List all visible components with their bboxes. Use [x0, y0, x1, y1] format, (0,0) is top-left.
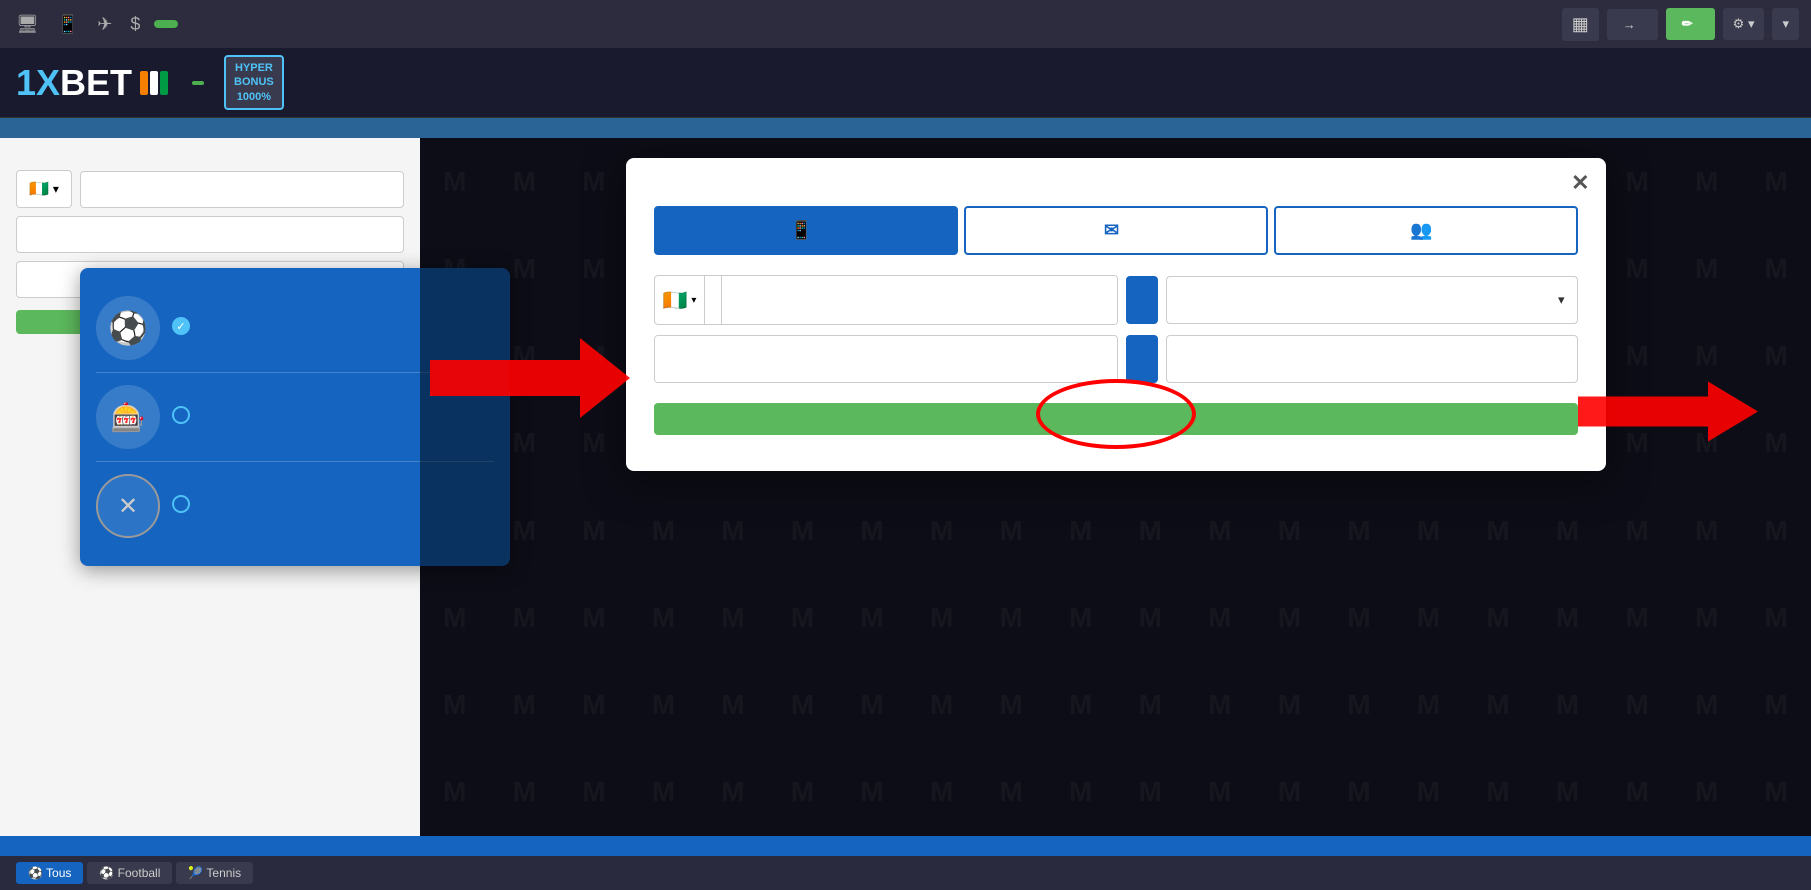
top-bar: 🖥 📱 ✈ $ ▦ → ✏ ⚙ ▾ ▾	[0, 0, 1811, 48]
register-button[interactable]	[654, 403, 1578, 435]
send-sms-button[interactable]	[1126, 276, 1158, 324]
phone-flag-selector[interactable]: 🇨🇮 ▾	[655, 276, 706, 324]
casino-icon-opt: 🎰	[96, 385, 160, 449]
sport-tabs: ⚽ Tous ⚽ Football 🎾 Tennis	[0, 856, 1811, 890]
logo[interactable]: 1XBET	[16, 62, 168, 104]
nav-menu	[304, 75, 1795, 91]
nav-promo[interactable]	[360, 75, 384, 91]
phone-form-row: 🇨🇮 ▾ ▾	[654, 275, 1578, 325]
sport-tab-football[interactable]: ⚽ Football	[87, 862, 172, 884]
nav-bar: 1XBET HYPERBONUS1000%	[0, 48, 1811, 118]
paris-en-direct	[0, 836, 1811, 856]
confirm-input[interactable]	[655, 335, 1118, 383]
modal-close-button[interactable]: ✕	[1571, 170, 1589, 196]
nav-plus[interactable]	[444, 75, 468, 91]
phone-prefix	[705, 276, 722, 324]
sidebar-country-input[interactable]	[80, 171, 404, 208]
sidebar-currency-input[interactable]	[16, 216, 404, 253]
annuler-text	[172, 495, 190, 517]
nav-paris-sportifs[interactable]	[304, 75, 328, 91]
sport-tab-tous[interactable]: ⚽ Tous	[16, 862, 83, 884]
telegram-icon[interactable]: ✈	[93, 10, 116, 39]
bonus-badge[interactable]	[154, 20, 178, 28]
sport-tab-tennis[interactable]: 🎾 Tennis	[176, 862, 253, 884]
modal-tabs: 📱 ✉ 👥	[654, 206, 1578, 255]
register-btn-container	[654, 393, 1578, 435]
main-content: 🇨🇮▾ ⚽ 🎰	[0, 138, 1811, 836]
sports-text	[172, 317, 190, 339]
nav-casino-direct[interactable]	[416, 75, 440, 91]
confirm-input-group	[654, 335, 1119, 383]
inscription-icon: ✏	[1682, 16, 1693, 32]
time-display: ▾	[1772, 8, 1799, 40]
big-right-arrow	[1578, 382, 1758, 447]
tab-social[interactable]: 👥	[1274, 206, 1578, 255]
annuler-icon: ✕	[96, 474, 160, 538]
desktop-icon[interactable]: 🖥	[12, 10, 43, 39]
dollar-icon[interactable]: $	[126, 10, 144, 39]
confirm-form-row	[654, 335, 1578, 383]
confirm-button[interactable]	[1126, 335, 1158, 383]
sidebar-flag-row: 🇨🇮▾	[16, 170, 404, 208]
mobile-icon[interactable]: 📱	[53, 10, 83, 39]
modal-overlay: ✕ 📱 ✉ 👥	[420, 138, 1811, 836]
left-sidebar: 🇨🇮▾ ⚽ 🎰	[0, 138, 420, 836]
currency-chevron: ▾	[1558, 292, 1565, 308]
casino-radio[interactable]	[172, 406, 190, 424]
settings-button[interactable]: ⚙ ▾	[1723, 8, 1765, 40]
new-badge	[192, 81, 204, 85]
qr-button[interactable]: ▦	[1562, 8, 1599, 41]
nav-en-direct[interactable]	[332, 75, 356, 91]
logo-text: 1XBET	[16, 62, 132, 104]
flag-chevron: ▾	[691, 295, 696, 306]
phone-input-group: 🇨🇮 ▾	[654, 275, 1119, 325]
top-bar-icons: 🖥 📱 ✈ $	[12, 10, 1554, 39]
social-tab-icon: 👥	[1410, 220, 1432, 241]
phone-tab-icon: 📱	[790, 220, 812, 241]
bottom-section: ⚽ Tous ⚽ Football 🎾 Tennis	[0, 836, 1811, 890]
connect-button[interactable]: →	[1607, 9, 1658, 40]
email-tab-icon: ✉	[1104, 220, 1119, 241]
connect-icon: →	[1623, 17, 1636, 32]
hyper-bonus[interactable]: HYPERBONUS1000%	[224, 55, 284, 110]
promo-input[interactable]	[1166, 335, 1577, 383]
tab-phone[interactable]: 📱	[654, 206, 958, 255]
bonus-bar	[0, 118, 1811, 138]
tab-email[interactable]: ✉	[964, 206, 1268, 255]
nav-casino[interactable]	[388, 75, 412, 91]
sports-radio[interactable]	[172, 317, 190, 335]
logo-flag	[140, 71, 168, 95]
annuler-radio[interactable]	[172, 495, 190, 513]
sports-icon: ⚽	[96, 296, 160, 360]
flag-emoji: 🇨🇮	[663, 288, 688, 313]
registration-modal: ✕ 📱 ✉ 👥	[626, 158, 1606, 471]
bg-area: // Generate M pattern const pattern = do…	[420, 138, 1811, 836]
top-bar-right: ▦ → ✏ ⚙ ▾ ▾	[1562, 8, 1799, 41]
sidebar-flag-select[interactable]: 🇨🇮▾	[16, 170, 72, 208]
inscription-button[interactable]: ✏	[1666, 8, 1715, 40]
currency-select[interactable]: ▾	[1166, 276, 1577, 324]
casino-text	[172, 406, 190, 428]
phone-input[interactable]	[722, 276, 1117, 324]
